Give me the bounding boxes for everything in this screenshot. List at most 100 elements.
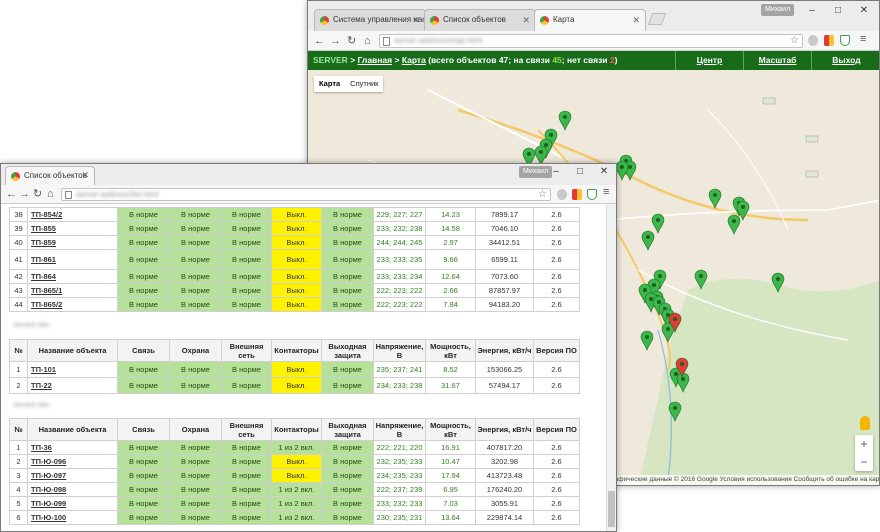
cell-text[interactable]: ТП-Ю-099 — [31, 499, 66, 508]
extension-gray-icon[interactable] — [557, 189, 567, 200]
close-tab-icon[interactable]: ✕ — [81, 167, 89, 184]
online-marker-icon[interactable] — [558, 110, 572, 131]
cell-text[interactable]: ТП-Ю-098 — [31, 485, 66, 494]
cell-text[interactable]: ТП-101 — [31, 365, 56, 374]
cell-text[interactable]: ТП-864 — [31, 272, 56, 281]
menu-icon[interactable]: ≡ — [860, 33, 866, 45]
minimize-button[interactable]: – — [799, 4, 825, 18]
online-marker-icon[interactable] — [668, 401, 682, 422]
cell-text[interactable]: ТП-854/2 — [31, 210, 62, 219]
cell-text: В норме — [333, 513, 362, 522]
online-marker-icon[interactable] — [651, 213, 665, 234]
online-marker-icon[interactable] — [640, 330, 654, 351]
object-name-link[interactable]: ТП-101 — [27, 361, 118, 378]
scrollbar-thumb[interactable] — [608, 491, 615, 527]
object-name-link[interactable]: ТП-865/1 — [27, 283, 118, 298]
object-name-link[interactable]: ТП-36 — [27, 440, 118, 455]
cell-text[interactable]: ТП-36 — [31, 443, 52, 452]
object-name-link[interactable]: ТП-22 — [27, 377, 118, 394]
object-name-link[interactable]: ТП-854/2 — [27, 207, 118, 222]
map-address-bar[interactable]: server-address/map.html ☆ — [379, 34, 803, 48]
nav-exit[interactable]: Выход — [811, 51, 879, 70]
column-header: Внешняя сеть — [221, 418, 272, 441]
tab-control-system[interactable]: Система управления нас ✕ — [314, 9, 426, 31]
user-badge[interactable]: Михаил — [761, 4, 795, 16]
online-marker-icon[interactable] — [708, 188, 722, 209]
cell-text[interactable]: ТП-865/1 — [31, 286, 62, 295]
close-tab-icon[interactable]: ✕ — [412, 10, 420, 30]
minimize-button[interactable]: – — [543, 165, 569, 179]
back-icon[interactable]: ← — [314, 33, 325, 49]
object-name-link[interactable]: ТП-865/2 — [27, 297, 118, 312]
bookmark-star-icon[interactable]: ☆ — [538, 189, 547, 200]
home-icon[interactable]: ⌂ — [47, 186, 54, 202]
object-name-link[interactable]: ТП-861 — [27, 249, 118, 270]
cell-ver: 2.6 — [533, 440, 580, 455]
close-tab-icon[interactable]: ✕ — [522, 10, 530, 30]
tab-map[interactable]: Карта ✕ — [534, 9, 646, 31]
extension-gray-icon[interactable] — [808, 35, 818, 46]
menu-icon[interactable]: ≡ — [603, 186, 609, 198]
forward-icon[interactable]: → — [19, 186, 30, 202]
cell-text[interactable]: ТП-865/2 — [31, 300, 62, 309]
back-icon[interactable]: ← — [6, 186, 17, 202]
home-link[interactable]: Главная — [358, 55, 393, 65]
vertical-scrollbar[interactable] — [606, 204, 616, 531]
close-window-button[interactable]: ✕ — [591, 165, 616, 179]
cell-set: В норме — [221, 249, 272, 270]
cell-volt: 234; 233; 238 — [373, 377, 426, 394]
list-address-bar[interactable]: server-address/list.html ☆ — [61, 188, 551, 201]
online-marker-icon[interactable] — [771, 272, 785, 293]
extension-shield-icon[interactable] — [840, 35, 850, 46]
online-marker-icon[interactable] — [694, 269, 708, 290]
forward-icon[interactable]: → — [330, 33, 341, 49]
cell-text: 7.84 — [443, 300, 458, 309]
cell-text[interactable]: ТП-22 — [31, 381, 52, 390]
object-name-link[interactable]: ТП-Ю-100 — [27, 510, 118, 525]
object-name-link[interactable]: ТП-859 — [27, 235, 118, 250]
cell-text: В норме — [232, 365, 261, 374]
cell-text[interactable]: ТП-859 — [31, 238, 56, 247]
maximize-button[interactable]: □ — [825, 4, 851, 18]
object-name-link[interactable]: ТП-855 — [27, 221, 118, 236]
cell-text[interactable]: ТП-855 — [31, 224, 56, 233]
cell-text[interactable]: ТП-861 — [31, 255, 56, 264]
cell-kont: 1 из 2 вкл. — [271, 482, 322, 497]
new-tab-button[interactable] — [647, 13, 667, 25]
nav-center[interactable]: Центр — [675, 51, 743, 70]
maximize-button[interactable]: □ — [567, 165, 593, 179]
extension-shield-icon[interactable] — [587, 189, 597, 200]
tab-object-list[interactable]: Список объектов ✕ — [424, 9, 536, 31]
close-tab-icon[interactable]: ✕ — [632, 10, 640, 30]
cell-energy: 3202.98 — [475, 454, 534, 469]
reload-icon[interactable]: ↻ — [33, 186, 42, 202]
cell-text[interactable]: ТП-Ю-096 — [31, 457, 66, 466]
object-name-link[interactable]: ТП-Ю-099 — [27, 496, 118, 511]
online-marker-icon[interactable] — [641, 230, 655, 251]
cell-text: В норме — [181, 210, 210, 219]
close-window-button[interactable]: ✕ — [851, 4, 877, 18]
online-marker-icon[interactable] — [676, 372, 690, 393]
pegman-icon[interactable] — [860, 416, 870, 430]
column-header: № — [9, 418, 28, 441]
extension-flag-icon[interactable] — [572, 189, 582, 200]
bookmark-star-icon[interactable]: ☆ — [790, 35, 799, 46]
zoom-in-button[interactable]: + — [855, 435, 873, 453]
cell-text: В норме — [181, 286, 210, 295]
reload-icon[interactable]: ↻ — [347, 33, 356, 49]
object-name-link[interactable]: ТП-864 — [27, 269, 118, 284]
map-link[interactable]: Карта — [402, 55, 426, 65]
cell-text[interactable]: ТП-Ю-097 — [31, 471, 66, 480]
online-marker-icon[interactable] — [727, 214, 741, 235]
tab-object-list[interactable]: Список объектов ✕ — [5, 166, 95, 185]
object-name-link[interactable]: ТП-Ю-096 — [27, 454, 118, 469]
zoom-out-button[interactable]: − — [855, 453, 873, 471]
extension-flag-icon[interactable] — [824, 35, 834, 46]
cell-text[interactable]: ТП-Ю-100 — [31, 513, 66, 522]
home-icon[interactable]: ⌂ — [364, 33, 371, 49]
object-name-link[interactable]: ТП-Ю-098 — [27, 482, 118, 497]
online-marker-icon[interactable] — [615, 160, 629, 181]
nav-scale[interactable]: Масштаб — [743, 51, 811, 70]
object-name-link[interactable]: ТП-Ю-097 — [27, 468, 118, 483]
cell-volt: 229; 227; 227 — [373, 207, 426, 222]
